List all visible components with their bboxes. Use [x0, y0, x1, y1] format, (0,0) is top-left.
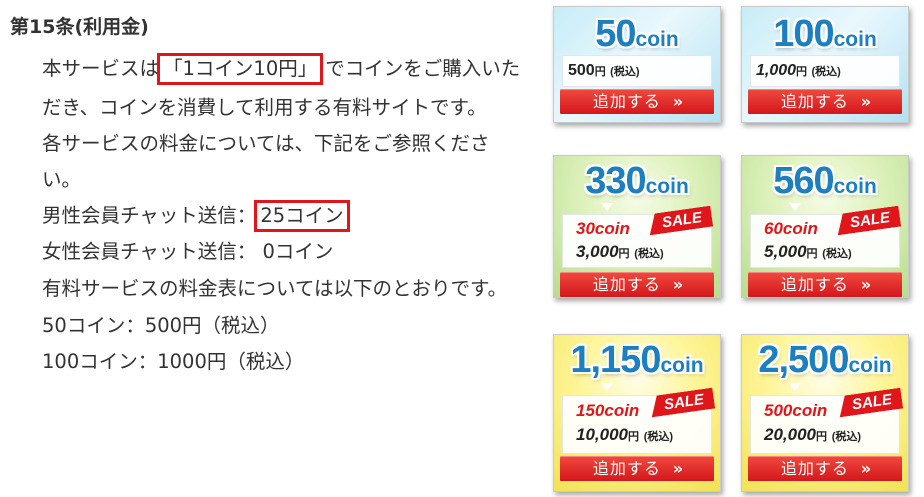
bonus-coin-label: 60coin	[764, 219, 818, 238]
terms-line-4: い。	[42, 168, 82, 191]
down-arrow-icon	[601, 383, 613, 391]
price-label: 10,000円 (税込)	[576, 425, 674, 444]
price-label: 5,000円 (税込)	[764, 242, 852, 261]
down-arrow-icon	[789, 383, 801, 391]
chevron-right-icon: »	[672, 275, 683, 294]
add-coin-button[interactable]: 追加する»	[748, 89, 902, 114]
chevron-right-icon: »	[860, 459, 871, 478]
coin-package-card: 330coin 30coin SALE 3,000円 (税込) 追加する»	[553, 155, 721, 298]
add-coin-button[interactable]: 追加する»	[560, 456, 714, 481]
add-coin-button[interactable]: 追加する»	[560, 89, 714, 114]
bonus-coin-label: 30coin	[576, 219, 630, 238]
coin-package-card: 2,500coin 500coin SALE 20,000円 (税込) 追加する…	[741, 334, 909, 492]
coin-package-card: 100coin 1,000円 (税込) 追加する»	[741, 6, 909, 123]
coin-amount: 50coin	[595, 13, 679, 55]
terms-text: 男性会員チャット送信：	[42, 204, 257, 227]
terms-article: 第15条(利用金) 本サービスは 「1コイン10円」 でコインをご購入いた だき、コ…	[0, 0, 545, 497]
add-coin-button[interactable]: 追加する»	[560, 272, 714, 297]
add-coin-button[interactable]: 追加する»	[748, 272, 902, 297]
chevron-right-icon: »	[672, 92, 683, 111]
price-highlight-box: 「1コイン10円」	[157, 53, 324, 85]
coin-package-card: 560coin 60coin SALE 5,000円 (税込) 追加する»	[741, 155, 909, 298]
terms-line-6: 女性会員チャット送信： 0コイン	[42, 240, 334, 263]
down-arrow-icon	[601, 203, 613, 211]
coin-amount: 1,150coin	[570, 339, 704, 381]
coin-amount: 100coin	[773, 13, 877, 55]
terms-text: でコインをご購入いた	[325, 57, 521, 80]
terms-line-2: だき、コインを消費して利用する有料サイトです。	[42, 96, 487, 119]
terms-text: 本サービスは	[42, 57, 160, 80]
terms-line-9: 100コイン：1000円（税込）	[42, 350, 305, 373]
coin-amount: 2,500coin	[758, 339, 892, 381]
terms-line-1: 本サービスは 「1コイン10円」 でコインをご購入いた	[42, 52, 520, 85]
price-label: 500円 (税込)	[568, 62, 640, 79]
bonus-coin-label: 500coin	[764, 401, 828, 420]
chevron-right-icon: »	[860, 92, 871, 111]
coin-package-card: 50coin 500円 (税込) 追加する»	[553, 6, 721, 123]
price-label: 20,000円 (税込)	[764, 425, 862, 444]
bonus-coin-label: 150coin	[576, 401, 640, 420]
coin-amount: 560coin	[773, 160, 877, 202]
chevron-right-icon: »	[672, 459, 683, 478]
down-arrow-icon	[789, 203, 801, 211]
coin-package-card: 1,150coin 150coin SALE 10,000円 (税込) 追加する…	[553, 334, 721, 492]
terms-line-8: 50コイン：500円（税込）	[42, 314, 280, 337]
price-label: 1,000円 (税込)	[756, 62, 841, 79]
chevron-right-icon: »	[860, 275, 871, 294]
add-coin-button[interactable]: 追加する»	[748, 456, 902, 481]
chat-cost-highlight-box: 25コイン	[254, 200, 350, 232]
terms-line-7: 有料サービスの料金表については以下のとおりです。	[42, 277, 508, 300]
article-title: 第15条(利用金)	[10, 16, 149, 38]
terms-line-3: 各サービスの料金については、下記をご参照くださ	[42, 132, 490, 155]
coin-amount: 330coin	[585, 160, 689, 202]
terms-line-5: 男性会員チャット送信： 25コイン	[42, 199, 352, 232]
price-label: 3,000円 (税込)	[576, 242, 664, 261]
